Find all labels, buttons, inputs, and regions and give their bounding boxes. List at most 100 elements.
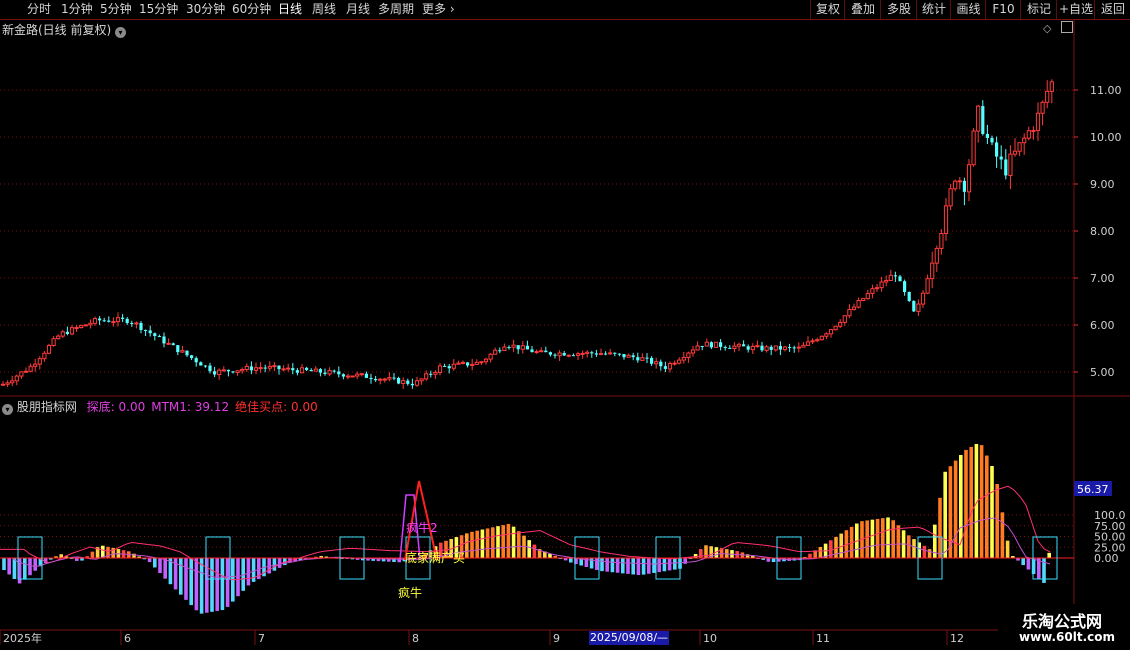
candle-body bbox=[594, 353, 598, 355]
candle-body bbox=[460, 361, 466, 364]
candle-body bbox=[930, 262, 935, 280]
ind-bar bbox=[621, 558, 625, 574]
candle-body bbox=[659, 361, 663, 367]
ind-bar bbox=[511, 526, 516, 558]
candle-body bbox=[815, 339, 820, 342]
x-label: 11 bbox=[816, 632, 830, 645]
candle-body bbox=[617, 353, 621, 355]
ind-bar bbox=[147, 558, 152, 563]
candle-body bbox=[525, 345, 529, 350]
candle-body bbox=[92, 317, 98, 324]
candle-body bbox=[870, 288, 875, 294]
ind-bar bbox=[600, 558, 604, 572]
candle-body bbox=[291, 368, 295, 371]
candle-body bbox=[650, 357, 654, 364]
candle-body bbox=[443, 365, 447, 367]
ind-bar bbox=[480, 529, 485, 558]
candle-body bbox=[240, 369, 245, 372]
candle-body bbox=[1017, 142, 1022, 152]
candle-body bbox=[861, 298, 866, 302]
ind-bar bbox=[7, 558, 11, 575]
candle-body bbox=[847, 309, 852, 317]
candle-body bbox=[249, 366, 253, 371]
ind-bar bbox=[210, 558, 214, 612]
candle-body bbox=[1026, 130, 1031, 139]
ind-bar bbox=[277, 558, 282, 568]
candle-body bbox=[566, 354, 571, 357]
candle-body bbox=[1031, 129, 1036, 132]
candle-body bbox=[732, 345, 737, 349]
candle-body bbox=[580, 352, 585, 355]
candle-body bbox=[966, 164, 972, 193]
candle-body bbox=[695, 345, 700, 351]
candle-body bbox=[575, 353, 581, 356]
candle-body bbox=[677, 359, 682, 364]
candle-body bbox=[208, 365, 212, 372]
ind-bar bbox=[641, 558, 646, 575]
candle-body bbox=[56, 335, 61, 340]
candle-body bbox=[856, 300, 861, 308]
candle-body bbox=[842, 315, 847, 323]
candle-body bbox=[226, 369, 230, 372]
candle-body bbox=[213, 371, 217, 375]
candle-body bbox=[608, 352, 613, 355]
candle-body bbox=[410, 383, 414, 386]
ind-bar bbox=[979, 445, 984, 558]
candle-body bbox=[645, 357, 649, 359]
candle-body bbox=[1022, 137, 1027, 144]
candle-body bbox=[313, 368, 318, 372]
candle-body bbox=[483, 358, 489, 363]
ind-bar bbox=[818, 546, 823, 558]
ind-bar bbox=[517, 531, 521, 558]
candle-body bbox=[796, 346, 801, 349]
ind-bar bbox=[28, 558, 32, 576]
watermark-title: 乐淘公式网 bbox=[1022, 612, 1103, 631]
x-label: 9 bbox=[553, 632, 560, 645]
ind-bar bbox=[236, 558, 240, 597]
candle-body bbox=[253, 367, 259, 371]
cursor-date: 2025/09/08/— bbox=[589, 631, 669, 645]
ind-bar bbox=[1000, 512, 1005, 558]
candle-body bbox=[893, 275, 897, 277]
candle-body bbox=[746, 346, 750, 350]
ind-bar bbox=[673, 558, 677, 570]
ind-bar bbox=[184, 558, 188, 600]
x-label: 8 bbox=[412, 632, 419, 645]
candle-body bbox=[364, 373, 368, 378]
candle-body bbox=[788, 347, 792, 349]
ind-bar bbox=[465, 533, 469, 558]
watermark: 乐淘公式网 www.60lt.com bbox=[998, 604, 1130, 650]
candle-body bbox=[5, 382, 10, 385]
candle-body bbox=[819, 335, 824, 341]
candle-body bbox=[121, 317, 125, 319]
candle-body bbox=[782, 346, 788, 351]
candle-body bbox=[267, 365, 272, 369]
ind-bar bbox=[667, 558, 672, 571]
ind-bar bbox=[693, 553, 698, 558]
candle-body bbox=[14, 375, 19, 382]
candle-body bbox=[654, 361, 659, 365]
ind-bar bbox=[179, 558, 183, 595]
candle-body bbox=[907, 291, 911, 301]
candle-body bbox=[631, 355, 635, 358]
candle-body bbox=[585, 351, 590, 354]
candle-body bbox=[65, 331, 69, 334]
x-label: 6 bbox=[124, 632, 131, 645]
candle-body bbox=[498, 350, 502, 352]
candle-body bbox=[990, 137, 994, 143]
candle-body bbox=[102, 320, 106, 322]
candle-body bbox=[194, 358, 198, 363]
x-label: 12 bbox=[950, 632, 964, 645]
candle-body bbox=[773, 345, 778, 351]
candle-body bbox=[920, 292, 926, 305]
candle-body bbox=[851, 306, 857, 311]
candle-body bbox=[392, 377, 396, 379]
candle-body bbox=[37, 358, 42, 365]
ind-bar bbox=[2, 558, 6, 571]
ind-bar bbox=[662, 558, 667, 572]
candle-body bbox=[530, 349, 534, 353]
ind-bar bbox=[652, 558, 656, 573]
candle-body bbox=[345, 375, 351, 378]
chart-canvas[interactable]: 11.0010.009.008.007.006.005.00100.075.00… bbox=[0, 0, 1130, 650]
ind-bar bbox=[485, 528, 490, 558]
